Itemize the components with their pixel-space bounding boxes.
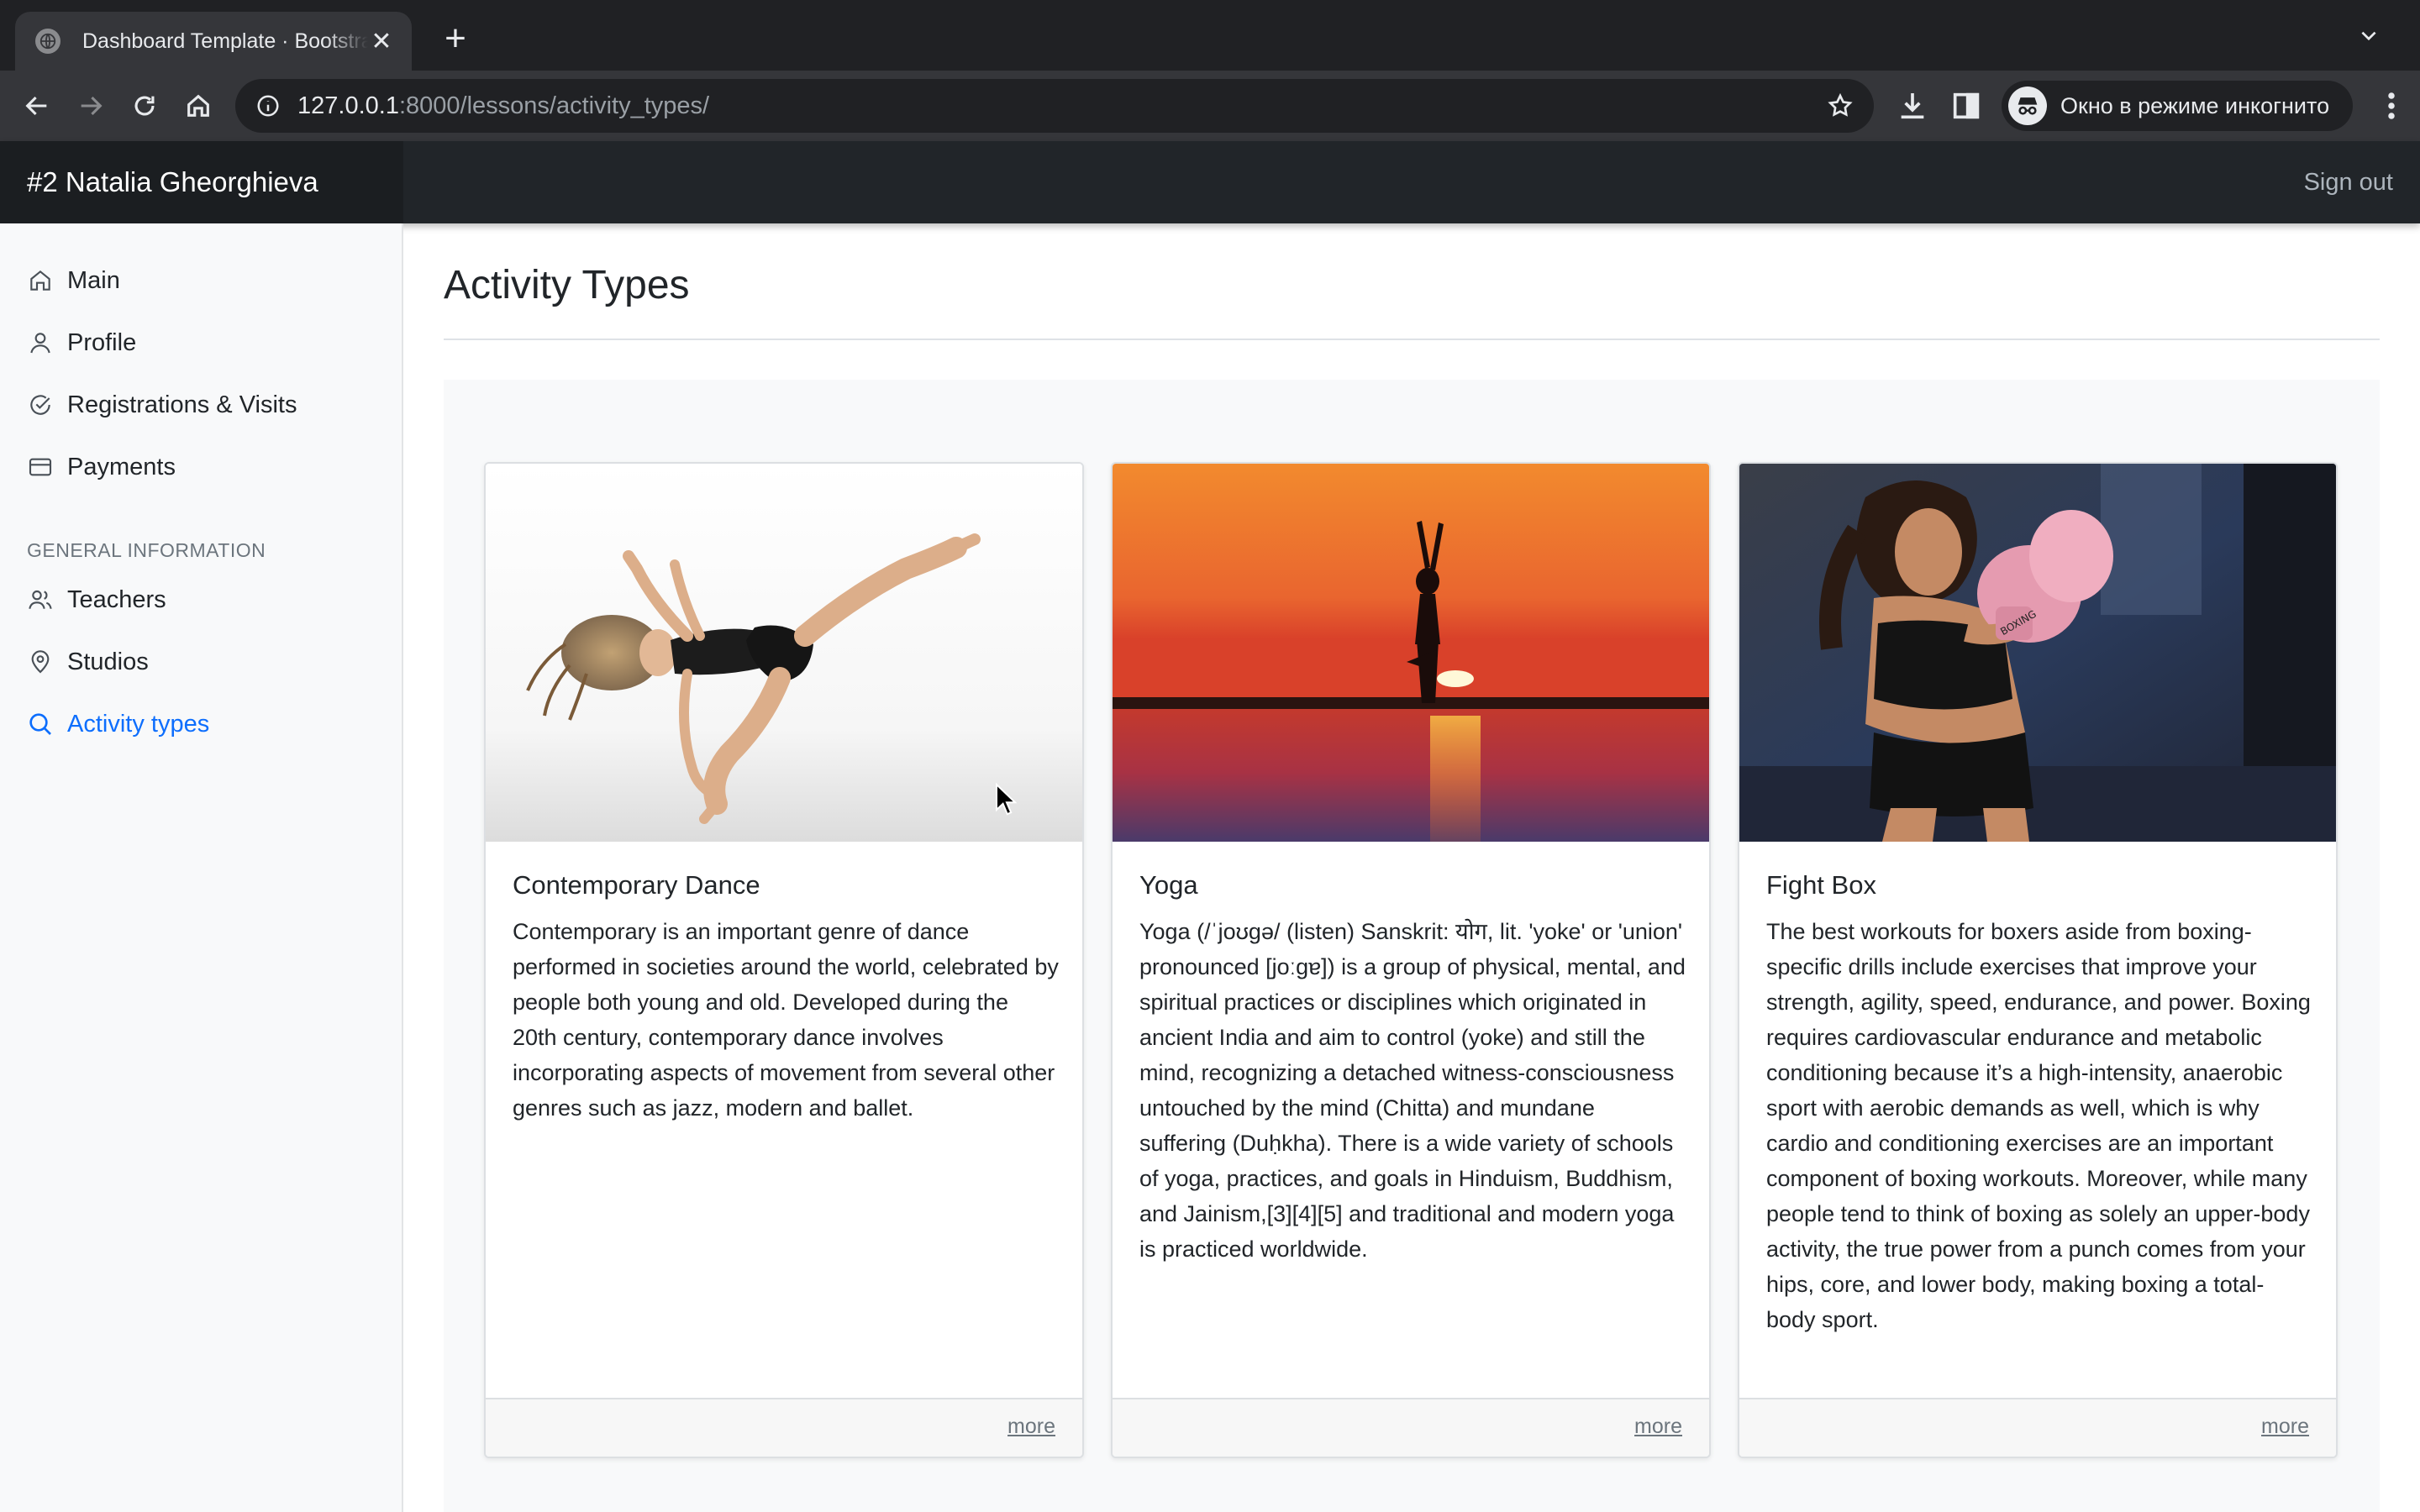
check-circle-icon [30,395,50,415]
more-link[interactable]: more [2261,1415,2309,1439]
incognito-indicator[interactable]: Окно в режиме инкогнито [2002,81,2353,131]
globe-icon [35,29,60,54]
sign-out-link[interactable]: Sign out [2304,141,2393,223]
sidebar-item-registrations[interactable]: Registrations & Visits [27,385,297,425]
tab-close-icon[interactable]: ✕ [368,27,395,56]
sidebar-item-payments[interactable]: Payments [27,447,176,487]
sidebar-item-label: Profile [67,328,137,356]
card-footer: more [1739,1398,2336,1457]
tab-search-chevron-icon[interactable] [2358,25,2380,47]
home-icon [30,270,50,291]
activity-card-yoga: Yoga Yoga (/ˈjoʊɡə/ (listen) Sanskrit: य… [1111,462,1711,1458]
sidebar-item-profile[interactable]: Profile [27,323,136,363]
card-text: Yoga (/ˈjoʊɡə/ (listen) Sanskrit: योग, l… [1139,919,1686,1262]
card-image-boxing: BOXING [1739,464,2336,842]
download-icon[interactable] [1896,89,1929,123]
card-image-dance [486,464,1082,842]
card-footer: more [1113,1398,1709,1457]
back-arrow-icon[interactable] [20,89,54,123]
activity-card-contemporary-dance: Contemporary Dance Contemporary is an im… [484,462,1084,1458]
page-title: Activity Types [444,263,690,307]
incognito-icon [2008,87,2047,125]
card-title: Yoga [1139,870,1198,900]
sidebar-item-label: Payments [67,453,176,480]
sidebar-item-label: Teachers [67,585,166,613]
sidebar-item-studios[interactable]: Studios [27,642,149,682]
tab-title: Dashboard Template · Bootstrap [82,29,368,53]
card-title: Contemporary Dance [513,870,760,900]
card-footer: more [486,1398,1082,1457]
incognito-label: Окно в режиме инкогнито [2060,92,2330,118]
card-text: The best workouts for boxers aside from … [1766,919,2311,1332]
sidebar: Main Profile Registrations & Visits Paym… [0,223,403,1512]
search-icon [29,713,51,735]
brand-user-name[interactable]: #2 Natalia Gheorghieva [0,141,403,223]
activity-card-fight-box: BOXING Fight Box The best workouts for b… [1738,462,2338,1458]
sidebar-section-heading: GENERAL INFORMATION [27,539,266,561]
browser-toolbar: 127.0.0.1:8000/lessons/activity_types/ О… [0,71,2420,141]
card-text: Contemporary is an important genre of da… [513,919,1059,1121]
new-tab-icon[interactable]: + [439,13,472,64]
user-icon [30,333,50,354]
sidebar-item-main[interactable]: Main [27,260,120,301]
map-pin-icon [31,650,50,674]
reload-icon[interactable] [128,89,161,123]
address-bar[interactable]: 127.0.0.1:8000/lessons/activity_types/ [235,79,1874,133]
card-title: Fight Box [1766,870,1876,900]
site-info-icon[interactable] [255,93,281,118]
title-divider [444,339,2380,340]
app-navbar: #2 Natalia Gheorghieva Sign out [0,141,2420,223]
browser-menu-icon[interactable] [2386,91,2396,121]
more-link[interactable]: more [1007,1415,1055,1439]
sidebar-item-label: Studios [67,648,149,675]
side-panel-icon[interactable] [1949,89,1983,123]
forward-arrow-icon[interactable] [74,89,108,123]
browser-tab-strip: Dashboard Template · Bootstrap ✕ + [0,0,2420,71]
sidebar-item-activity-types[interactable]: Activity types [27,704,209,744]
home-browser-icon[interactable] [182,89,215,123]
credit-card-icon [29,458,52,476]
more-link[interactable]: more [1634,1415,1682,1439]
mouse-cursor-icon [996,783,1017,816]
bookmark-star-icon[interactable] [1827,92,1854,119]
sidebar-item-label: Main [67,266,120,294]
sidebar-item-teachers[interactable]: Teachers [27,580,166,620]
url-text: 127.0.0.1:8000/lessons/activity_types/ [297,92,710,119]
sidebar-item-label: Activity types [67,710,210,738]
users-icon [29,590,52,609]
sidebar-item-label: Registrations & Visits [67,391,297,418]
card-image-yoga [1113,464,1709,842]
browser-tab[interactable]: Dashboard Template · Bootstrap ✕ [15,12,412,71]
